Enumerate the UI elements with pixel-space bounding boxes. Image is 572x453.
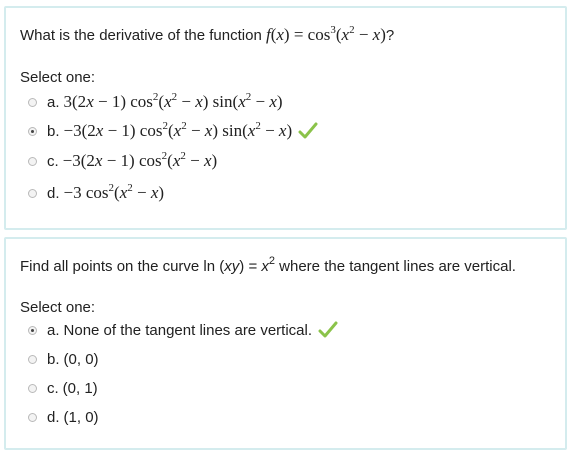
- option-b[interactable]: b. (0, 0): [28, 346, 99, 372]
- radio-icon[interactable]: [28, 412, 37, 422]
- radio-icon[interactable]: [28, 97, 37, 107]
- check-icon: [318, 321, 338, 339]
- option-a[interactable]: a. 3(2x − 1) cos2(x2 − x) sin(x2 − x): [28, 89, 283, 115]
- option-text: −3(2x − 1) cos2(x2 − x): [62, 150, 218, 171]
- option-d[interactable]: d. −3 cos2(x2 − x): [28, 180, 164, 206]
- option-text: −3(2x − 1) cos2(x2 − x) sin(x2 − x): [63, 120, 293, 141]
- question-suffix: ?: [385, 27, 395, 44]
- radio-icon[interactable]: [28, 325, 37, 335]
- option-text: 3(2x − 1) cos2(x2 − x) sin(x2 − x): [63, 91, 283, 112]
- option-c[interactable]: c. −3(2x − 1) cos2(x2 − x): [28, 148, 217, 174]
- radio-icon[interactable]: [28, 354, 37, 364]
- check-icon: [298, 122, 318, 140]
- option-letter: d.: [47, 184, 60, 202]
- select-one-label: Select one:: [20, 69, 96, 86]
- option-letter: b.: [47, 350, 60, 368]
- option-letter: a.: [47, 321, 60, 339]
- question-card-2: Find all points on the curve ln (xy) = x…: [4, 237, 567, 450]
- question-prompt: What is the derivative of the function: [20, 27, 266, 44]
- option-text: (1, 0): [63, 408, 99, 426]
- option-letter: d.: [47, 408, 60, 426]
- radio-icon[interactable]: [28, 383, 37, 393]
- select-one-label: Select one:: [20, 299, 96, 316]
- option-letter: a.: [47, 93, 60, 111]
- question-card-1: What is the derivative of the function f…: [4, 6, 567, 230]
- option-text: (0, 0): [63, 350, 99, 368]
- option-a[interactable]: a. None of the tangent lines are vertica…: [28, 317, 338, 343]
- radio-icon[interactable]: [28, 188, 37, 198]
- option-letter: c.: [47, 379, 59, 397]
- option-letter: c.: [47, 152, 59, 170]
- option-text: None of the tangent lines are vertical.: [63, 321, 312, 339]
- option-d[interactable]: d. (1, 0): [28, 404, 99, 430]
- radio-icon[interactable]: [28, 126, 37, 136]
- option-letter: b.: [47, 122, 60, 140]
- option-text: (0, 1): [62, 379, 98, 397]
- question-function: f(x) = cos3(x2 − x): [265, 24, 386, 45]
- option-b[interactable]: b. −3(2x − 1) cos2(x2 − x) sin(x2 − x): [28, 118, 318, 144]
- question-text: What is the derivative of the function f…: [20, 25, 394, 45]
- option-c[interactable]: c. (0, 1): [28, 375, 98, 401]
- question-text: Find all points on the curve ln (xy) = x…: [20, 255, 516, 276]
- radio-icon[interactable]: [28, 156, 37, 166]
- option-text: −3 cos2(x2 − x): [63, 182, 165, 203]
